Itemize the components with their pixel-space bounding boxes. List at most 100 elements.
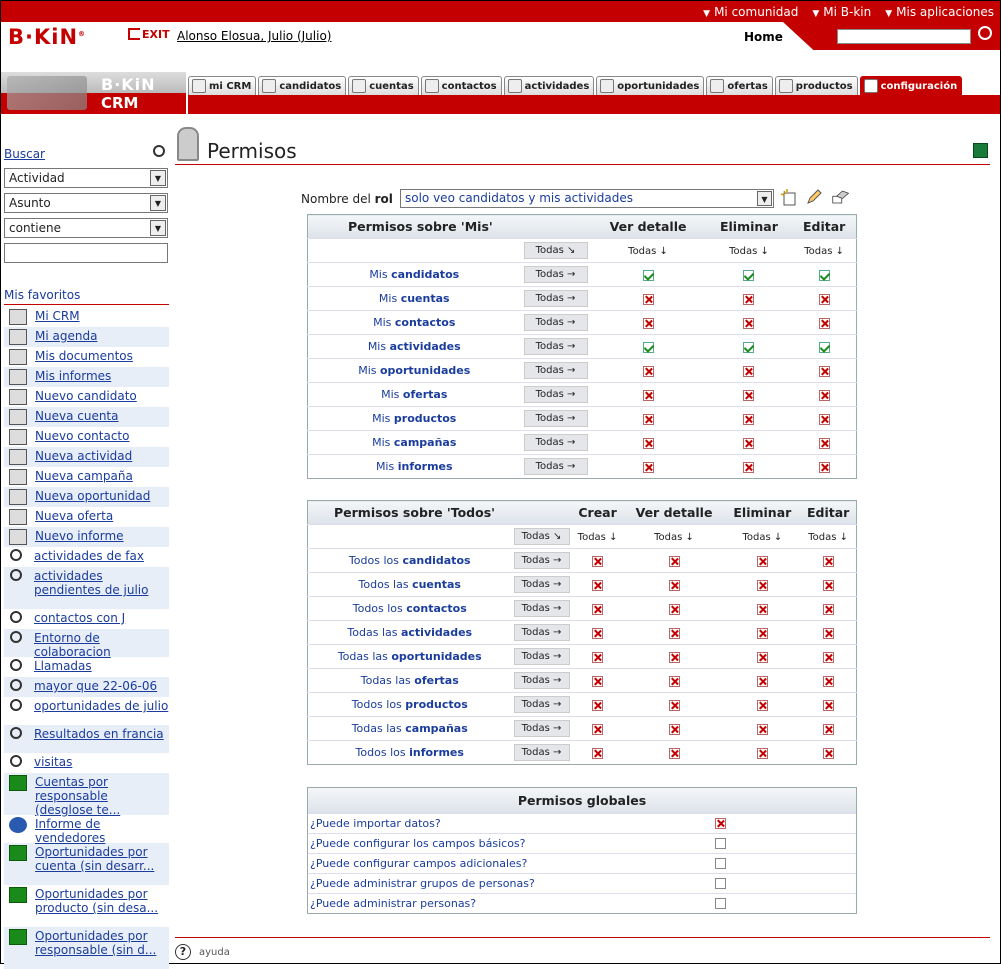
favorite-link[interactable]: Oportunidades por responsable (sin d... — [35, 929, 169, 957]
new-role-icon[interactable] — [780, 188, 798, 206]
checkbox-checked[interactable] — [642, 341, 654, 353]
favorite-item[interactable]: Resultados en francia — [4, 725, 169, 753]
search-text-field[interactable] — [4, 243, 168, 263]
help-icon[interactable]: ? — [175, 944, 191, 960]
row-select-all-button[interactable]: Todas → — [523, 410, 588, 427]
checkbox-denied[interactable] — [756, 699, 768, 711]
checkbox-denied[interactable] — [668, 603, 680, 615]
favorite-item[interactable]: Nuevo contacto — [4, 427, 169, 447]
checkbox-denied[interactable] — [668, 675, 680, 687]
checkbox-denied[interactable] — [642, 437, 654, 449]
favorite-link[interactable]: Mis documentos — [35, 349, 133, 363]
checkbox-denied[interactable] — [642, 461, 654, 473]
role-select[interactable]: solo veo candidatos y mis actividades ▼ — [400, 189, 774, 208]
help-link[interactable]: ayuda — [199, 947, 230, 958]
checkbox-denied[interactable] — [743, 461, 755, 473]
checkbox-denied[interactable] — [592, 723, 604, 735]
favorite-item[interactable]: Cuentas por responsable (desglose te... — [4, 773, 169, 817]
select-all-column[interactable]: Todas ↓ — [742, 532, 782, 543]
favorite-link[interactable]: visitas — [34, 755, 72, 769]
checkbox-denied[interactable] — [642, 413, 654, 425]
checkbox-checked[interactable] — [743, 269, 755, 281]
checkbox-denied[interactable] — [668, 747, 680, 759]
favorite-item[interactable]: Oportunidades por producto (sin desa... — [4, 885, 169, 927]
checkbox-denied[interactable] — [756, 627, 768, 639]
favorite-item[interactable]: Mi agenda — [4, 327, 169, 347]
checkbox-denied[interactable] — [756, 747, 768, 759]
row-select-all-button[interactable]: Todas → — [523, 266, 588, 283]
favorite-item[interactable]: Informe de vendedores — [4, 815, 169, 845]
search-type-select[interactable]: Actividad ▼ — [4, 168, 168, 188]
checkbox-denied[interactable] — [756, 651, 768, 663]
favorite-item[interactable]: Mis documentos — [4, 347, 169, 367]
favorite-link[interactable]: Cuentas por responsable (desglose te... — [35, 775, 169, 817]
checkbox-checked[interactable] — [642, 269, 654, 281]
checkbox-denied[interactable] — [668, 627, 680, 639]
favorite-link[interactable]: oportunidades de julio — [34, 699, 168, 713]
search-field-select[interactable]: Asunto ▼ — [4, 193, 168, 213]
favorite-link[interactable]: Nueva oferta — [35, 509, 113, 523]
checkbox-denied[interactable] — [592, 699, 604, 711]
row-select-all-button[interactable]: Todas → — [513, 672, 570, 689]
tab-2[interactable]: cuentas — [348, 76, 419, 95]
row-select-all-button[interactable]: Todas → — [523, 314, 588, 331]
checkbox-denied[interactable] — [822, 651, 834, 663]
favorite-item[interactable]: Mi CRM — [4, 307, 169, 327]
checkbox-denied[interactable] — [743, 437, 755, 449]
row-select-all-button[interactable]: Todas → — [523, 338, 588, 355]
favorite-link[interactable]: Nueva oportunidad — [35, 489, 150, 503]
tab-3[interactable]: contactos — [420, 76, 502, 95]
checkbox-denied[interactable] — [756, 555, 768, 567]
select-all-button[interactable]: Todas ↘ — [513, 528, 570, 545]
checkbox-denied[interactable] — [822, 627, 834, 639]
checkbox-denied[interactable] — [743, 293, 755, 305]
user-link[interactable]: Alonso Elosua, Julio (Julio) — [177, 29, 331, 43]
row-select-all-button[interactable]: Todas → — [513, 720, 570, 737]
row-select-all-button[interactable]: Todas → — [513, 552, 570, 569]
favorite-item[interactable]: Nueva oferta — [4, 507, 169, 527]
edit-role-icon[interactable] — [805, 188, 823, 206]
favorite-link[interactable]: contactos con J — [34, 611, 125, 625]
favorite-link[interactable]: Nuevo candidato — [35, 389, 137, 403]
row-select-all-button[interactable]: Todas → — [513, 600, 570, 617]
checkbox-empty[interactable] — [715, 898, 726, 909]
buscar-link[interactable]: Buscar — [4, 147, 45, 161]
row-select-all-button[interactable]: Todas → — [523, 386, 588, 403]
checkbox-checked[interactable] — [743, 341, 755, 353]
favorite-item[interactable]: mayor que 22-06-06 — [4, 677, 169, 697]
checkbox-denied[interactable] — [668, 555, 680, 567]
favorite-link[interactable]: Mis informes — [35, 369, 111, 383]
favorite-link[interactable]: Nueva cuenta — [35, 409, 118, 423]
select-all-column[interactable]: Todas ↓ — [628, 246, 668, 257]
select-all-column[interactable]: Todas ↓ — [808, 532, 848, 543]
select-all-column[interactable]: Todas ↓ — [578, 532, 618, 543]
checkbox-denied[interactable] — [743, 389, 755, 401]
favorite-link[interactable]: Nueva actividad — [35, 449, 132, 463]
select-all-column[interactable]: Todas ↓ — [729, 246, 769, 257]
tab-1[interactable]: candidatos — [258, 76, 347, 95]
checkbox-empty[interactable] — [715, 858, 726, 869]
favorite-link[interactable]: actividades de fax — [34, 549, 144, 563]
favorite-item[interactable]: Entorno de colaboracion — [4, 629, 169, 659]
checkbox-denied[interactable] — [642, 365, 654, 377]
checkbox-denied[interactable] — [668, 723, 680, 735]
tab-8[interactable]: configuración — [859, 76, 963, 95]
checkbox-denied[interactable] — [818, 293, 830, 305]
checkbox-denied[interactable] — [743, 413, 755, 425]
favorite-link[interactable]: Oportunidades por producto (sin desa... — [35, 887, 169, 915]
checkbox-denied[interactable] — [592, 627, 604, 639]
checkbox-denied[interactable] — [743, 365, 755, 377]
checkbox-checked[interactable] — [818, 269, 830, 281]
checkbox-denied[interactable] — [818, 437, 830, 449]
search-icon[interactable] — [978, 26, 992, 40]
checkbox-denied[interactable] — [668, 699, 680, 711]
home-link[interactable]: Home — [744, 30, 783, 44]
checkbox-empty[interactable] — [715, 878, 726, 889]
favorite-link[interactable]: actividades pendientes de julio — [34, 569, 169, 597]
checkbox-denied[interactable] — [822, 723, 834, 735]
favorite-link[interactable]: Entorno de colaboracion — [34, 631, 169, 659]
favorite-link[interactable]: Oportunidades por cuenta (sin desarr... — [35, 845, 169, 873]
favorite-link[interactable]: mayor que 22-06-06 — [34, 679, 157, 693]
checkbox-denied[interactable] — [592, 555, 604, 567]
favorite-item[interactable]: actividades pendientes de julio — [4, 567, 169, 609]
